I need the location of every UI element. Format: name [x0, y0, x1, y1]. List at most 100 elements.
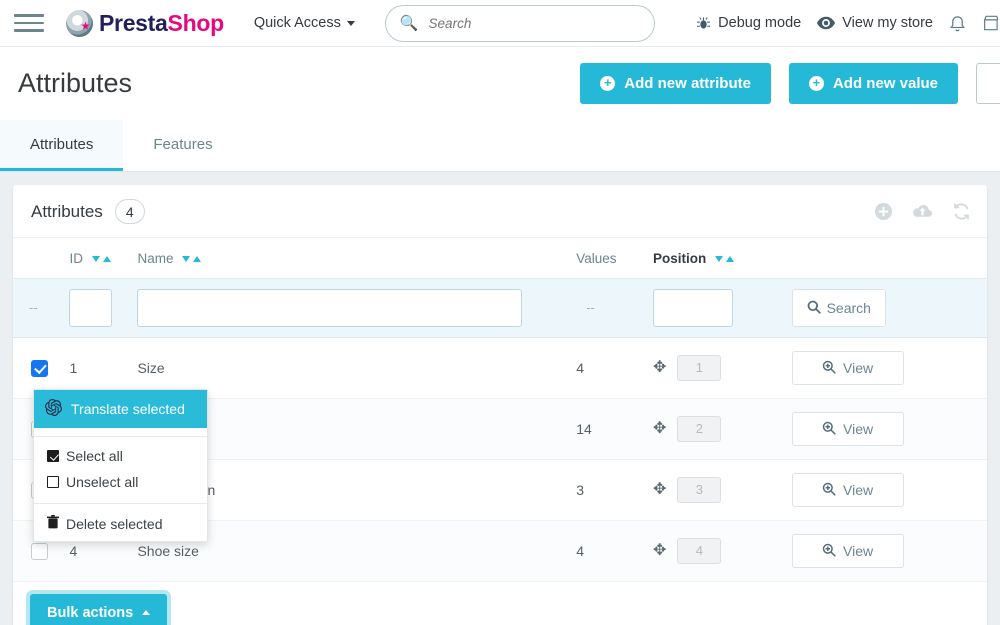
plus-circle-icon: + — [600, 76, 615, 91]
header-name-label: Name — [137, 251, 173, 266]
sort-desc-icon[interactable] — [182, 256, 190, 262]
page-header-actions: + Add new attribute + Add new value — [580, 63, 1000, 104]
cloud-upload-icon[interactable] — [912, 203, 933, 220]
eye-icon — [817, 16, 835, 30]
header-id-label: ID — [69, 251, 83, 266]
prestashop-brand[interactable]: PrestaShop — [66, 10, 224, 37]
drag-move-icon[interactable]: ✥ — [653, 543, 666, 559]
translate-selected-label: Translate selected — [71, 401, 185, 417]
quick-access-label: Quick Access — [254, 15, 341, 31]
sort-asc-icon[interactable] — [726, 256, 734, 262]
add-new-attribute-button[interactable]: + Add new attribute — [580, 63, 771, 104]
filter-dash: -- — [19, 300, 38, 315]
row-checkbox[interactable] — [31, 543, 48, 560]
view-button[interactable]: View — [792, 412, 904, 446]
tab-features[interactable]: Features — [123, 120, 242, 171]
bulk-actions-label: Bulk actions — [47, 605, 133, 621]
refresh-icon[interactable] — [952, 202, 971, 221]
bulk-actions-button[interactable]: Bulk actions — [30, 594, 167, 625]
tab-attributes[interactable]: Attributes — [0, 120, 123, 171]
panel-title: Attributes — [31, 202, 103, 222]
search-input[interactable] — [429, 16, 640, 31]
drag-move-icon[interactable]: ✥ — [653, 360, 666, 376]
filter-id-cell — [63, 279, 131, 338]
magnifier-plus-icon — [822, 360, 836, 377]
dropdown-divider — [34, 436, 207, 437]
brand-text-presta: Presta — [99, 10, 168, 36]
top-navbar: PrestaShop Quick Access 🔍 Debug mode — [0, 0, 1000, 47]
shop-icon[interactable] — [982, 14, 998, 32]
page-title: Attributes — [18, 68, 132, 99]
panel-header: Attributes 4 — [13, 185, 987, 238]
sort-desc-icon[interactable] — [92, 256, 100, 262]
table-header-row: ID Name Values — [13, 238, 987, 279]
header-name: Name — [131, 238, 570, 279]
row-checkbox[interactable] — [31, 360, 48, 377]
row-actions-cell: View — [768, 460, 987, 521]
quick-access-menu[interactable]: Quick Access — [254, 15, 355, 31]
select-all-item[interactable]: Select all — [34, 443, 207, 469]
view-button-label: View — [843, 360, 873, 376]
hamburger-icon[interactable] — [14, 14, 44, 32]
unselect-all-label: Unselect all — [66, 474, 138, 490]
filter-name-cell — [131, 279, 570, 338]
sort-asc-icon[interactable] — [103, 256, 111, 262]
dropdown-divider — [34, 503, 207, 504]
help-button-partial[interactable] — [976, 63, 1000, 104]
add-new-value-button[interactable]: + Add new value — [789, 63, 958, 104]
magnifier-plus-icon — [822, 421, 836, 438]
view-button-label: View — [843, 421, 873, 437]
global-search[interactable]: 🔍 — [385, 5, 655, 42]
header-id: ID — [63, 238, 131, 279]
search-filter-button[interactable]: Search — [792, 289, 886, 327]
brand-text: PrestaShop — [99, 10, 224, 37]
add-new-value-label: Add new value — [833, 75, 938, 92]
page-tabs: Attributes Features — [0, 120, 1000, 172]
add-circle-icon[interactable] — [874, 202, 893, 221]
search-icon — [807, 300, 821, 317]
row-position-cell: ✥ 4 — [647, 521, 768, 582]
row-position-value: 2 — [677, 416, 721, 442]
row-actions-cell: View — [768, 338, 987, 399]
view-button-label: View — [843, 482, 873, 498]
view-button[interactable]: View — [792, 473, 904, 507]
notifications-button[interactable] — [949, 14, 966, 32]
filter-checkbox-cell: -- — [13, 279, 63, 338]
view-button[interactable]: View — [792, 351, 904, 385]
openai-spiral-icon — [45, 399, 62, 419]
table-header: ID Name Values — [13, 238, 987, 279]
filter-position-input[interactable] — [653, 289, 733, 327]
view-button[interactable]: View — [792, 534, 904, 568]
header-values: Values — [570, 238, 647, 279]
filter-name-input[interactable] — [137, 289, 522, 327]
row-position-value: 3 — [677, 477, 721, 503]
page-header: Attributes + Add new attribute + Add new… — [0, 47, 1000, 120]
sort-arrows-name — [182, 256, 201, 262]
search-filter-label: Search — [827, 300, 871, 316]
drag-move-icon[interactable]: ✥ — [653, 421, 666, 437]
translate-selected-item[interactable]: Translate selected — [34, 390, 207, 428]
view-my-store-item[interactable]: View my store — [817, 15, 933, 31]
sort-desc-icon[interactable] — [715, 256, 723, 262]
row-values: 4 — [570, 338, 647, 399]
header-checkbox-cell — [13, 238, 63, 279]
bulk-actions-dropdown: Translate selected Select all Unselect a… — [33, 389, 208, 542]
row-actions-cell: View — [768, 399, 987, 460]
sort-asc-icon[interactable] — [193, 256, 201, 262]
magnifier-plus-icon — [822, 543, 836, 560]
delete-selected-item[interactable]: Delete selected — [34, 510, 207, 537]
row-position-value: 4 — [677, 538, 721, 564]
unselect-all-item[interactable]: Unselect all — [34, 469, 207, 495]
checkbox-unchecked-icon — [47, 476, 59, 488]
header-actions — [768, 238, 987, 279]
filter-row: -- -- — [13, 279, 987, 338]
add-new-attribute-label: Add new attribute — [624, 75, 751, 92]
filter-id-input[interactable] — [69, 289, 112, 327]
debug-mode-label: Debug mode — [718, 15, 801, 31]
drag-move-icon[interactable]: ✥ — [653, 482, 666, 498]
row-values: 3 — [570, 460, 647, 521]
brand-text-shop: Shop — [168, 10, 224, 36]
navbar-right-group: Debug mode View my store — [696, 14, 1000, 32]
filter-position-cell — [647, 279, 768, 338]
debug-mode-item[interactable]: Debug mode — [696, 15, 801, 31]
